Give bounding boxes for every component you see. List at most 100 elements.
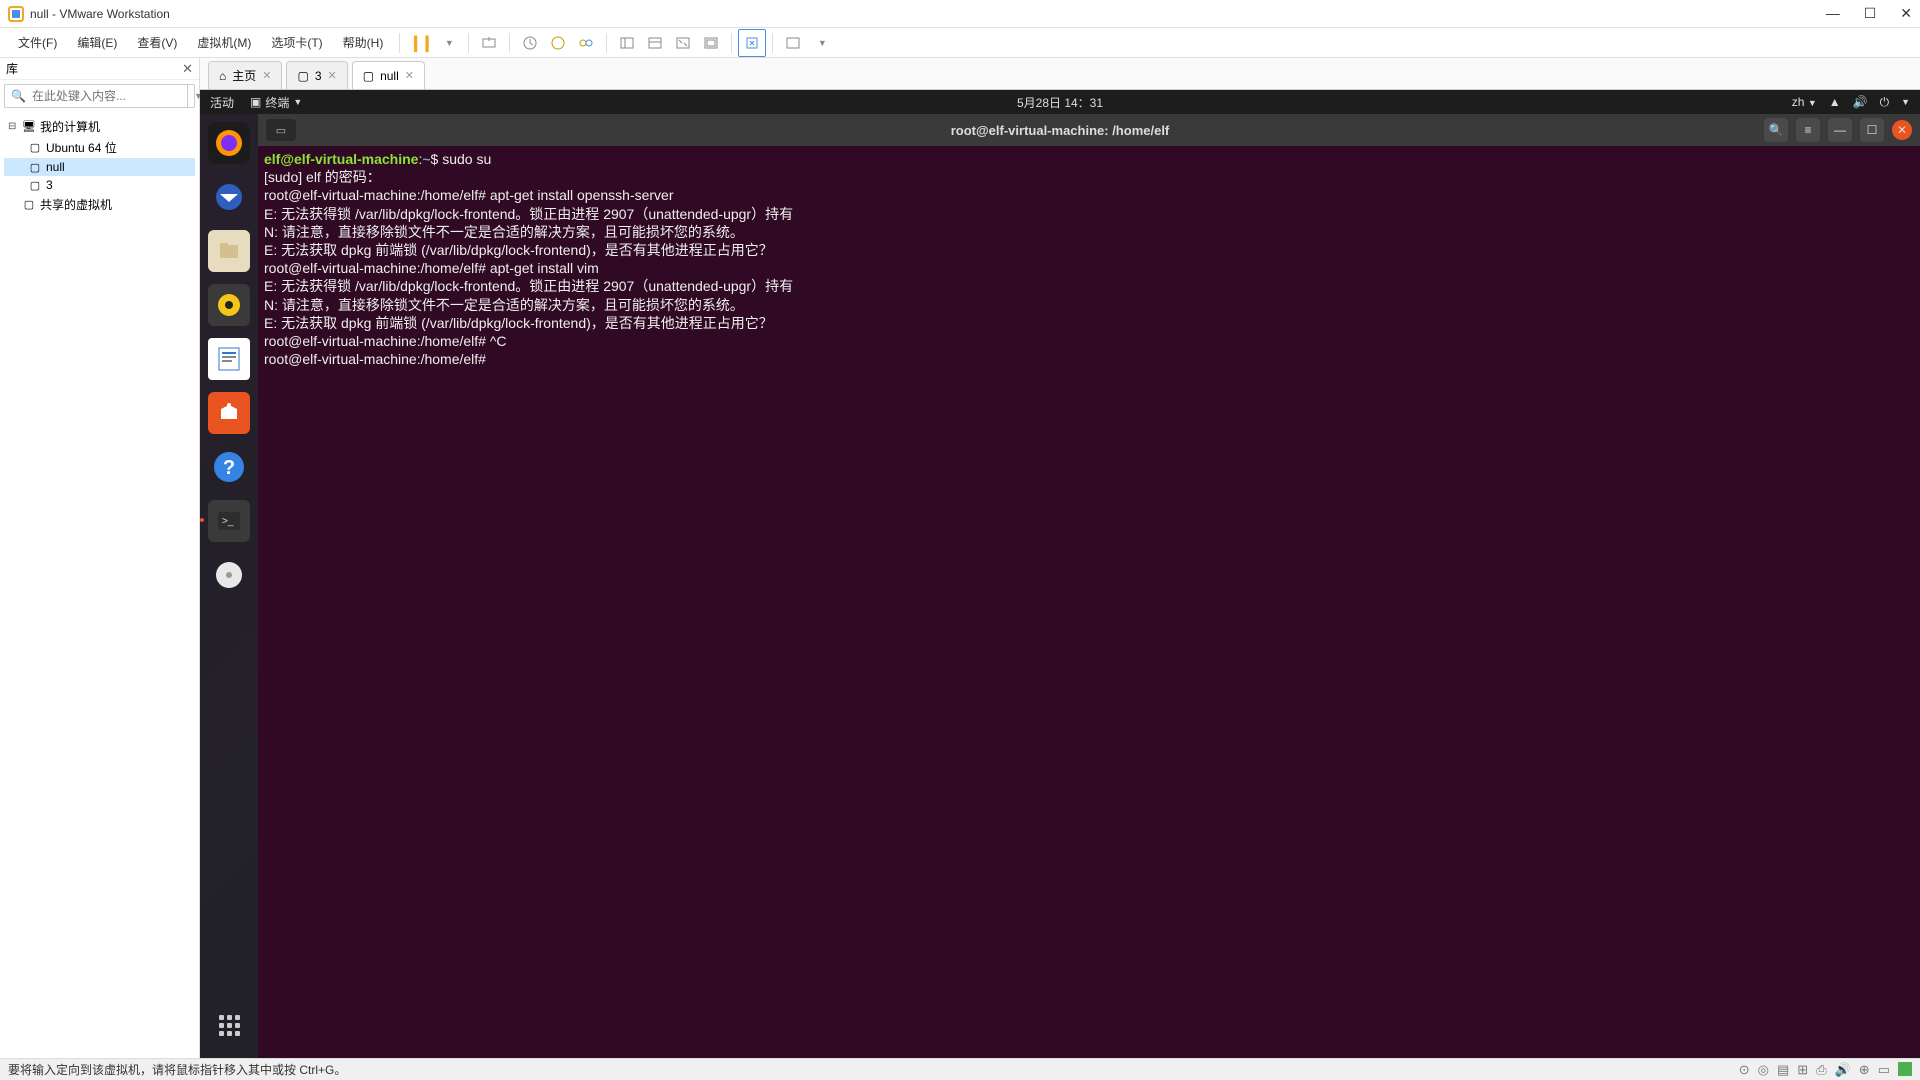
view-unity-button[interactable] [697, 29, 725, 57]
computer-icon: 🖥 [22, 120, 36, 134]
power-icon[interactable]: ⏻ [1880, 95, 1890, 110]
dock-disc[interactable] [208, 554, 250, 596]
activities-button[interactable]: 活动 [210, 94, 234, 111]
terminal-new-tab-button[interactable]: ▭ [266, 119, 296, 141]
sidebar-search[interactable]: 🔍 ▼ [4, 84, 195, 108]
clock[interactable]: 5月28日 14：31 [1017, 94, 1103, 111]
tree-label: 我的计算机 [40, 118, 100, 135]
chevron-down-icon[interactable]: ▼ [1901, 97, 1910, 107]
tab-label: null [380, 69, 399, 83]
view-stretch-dropdown[interactable]: ▼ [807, 29, 835, 57]
close-button[interactable]: ✕ [1900, 5, 1912, 22]
dock-terminal[interactable]: >_ [208, 500, 250, 542]
menu-file[interactable]: 文件(F) [8, 34, 67, 51]
cd-icon[interactable]: ◎ [1758, 1062, 1769, 1078]
statusbar: 要将输入定向到该虚拟机，请将鼠标指针移入其中或按 Ctrl+G。 ⊙ ◎ ▤ ⊞… [0, 1058, 1920, 1080]
ubuntu-dock: ? >_ [200, 114, 258, 1058]
separator [509, 33, 510, 53]
view-console-button[interactable] [641, 29, 669, 57]
send-ctrl-alt-del-button[interactable] [475, 29, 503, 57]
vmware-app-icon [8, 6, 24, 22]
tab-vm-3[interactable]: ▢ 3 ✕ [286, 61, 347, 89]
terminal-minimize-button[interactable]: — [1828, 118, 1852, 142]
revert-snapshot-button[interactable] [544, 29, 572, 57]
app-indicator[interactable]: ▣ 终端 ▼ [250, 94, 302, 111]
snapshot-button[interactable] [516, 29, 544, 57]
tab-home[interactable]: ⌂ 主页 ✕ [208, 61, 282, 89]
dock-thunderbird[interactable] [208, 176, 250, 218]
usb-icon[interactable]: ⊕ [1859, 1062, 1870, 1078]
network-icon[interactable]: ▲ [1829, 95, 1841, 109]
terminal-close-button[interactable]: ✕ [1892, 120, 1912, 140]
terminal-menu-button[interactable]: ≡ [1796, 118, 1820, 142]
view-stretch-button[interactable] [779, 29, 807, 57]
menu-view[interactable]: 查看(V) [127, 34, 187, 51]
menu-edit[interactable]: 编辑(E) [67, 34, 127, 51]
window-titlebar: null - VMware Workstation — ☐ ✕ [0, 0, 1920, 28]
tab-label: 主页 [232, 67, 256, 84]
vm-status-indicator[interactable] [1898, 1062, 1912, 1076]
collapse-icon: ⊟ [8, 121, 18, 132]
tree-my-computer[interactable]: ⊟ 🖥 我的计算机 [4, 116, 195, 137]
sidebar-close-button[interactable]: ✕ [182, 61, 193, 77]
menu-help[interactable]: 帮助(H) [333, 34, 394, 51]
app-indicator-label: 终端 [265, 94, 289, 111]
menu-vm[interactable]: 虚拟机(M) [187, 34, 261, 51]
statusbar-devices: ⊙ ◎ ▤ ⊞ ⎙ 🔊 ⊕ ▭ [1739, 1062, 1912, 1078]
chevron-down-icon: ▼ [293, 97, 302, 107]
dock-writer[interactable] [208, 338, 250, 380]
home-icon: ⌂ [219, 69, 226, 83]
terminal-search-button[interactable]: 🔍 [1764, 118, 1788, 142]
tab-close-icon[interactable]: ✕ [405, 69, 414, 82]
window-controls: — ☐ ✕ [1826, 5, 1912, 22]
tree-label: null [46, 160, 65, 174]
dock-show-apps[interactable] [208, 1004, 250, 1046]
tab-close-icon[interactable]: ✕ [328, 69, 337, 82]
minimize-button[interactable]: — [1826, 5, 1840, 22]
window-title: null - VMware Workstation [30, 7, 170, 21]
dock-files[interactable] [208, 230, 250, 272]
input-method-indicator[interactable]: zh ▼ [1792, 95, 1817, 109]
volume-icon[interactable]: 🔊 [1853, 95, 1868, 109]
tree-vm-3[interactable]: ▢ 3 [4, 176, 195, 194]
terminal-titlebar: ▭ root@elf-virtual-machine: /home/elf 🔍 … [258, 114, 1920, 146]
view-single-button[interactable] [738, 29, 766, 57]
dock-help[interactable]: ? [208, 446, 250, 488]
network-adapter-icon[interactable]: ⊞ [1797, 1062, 1808, 1078]
display-icon[interactable]: ▭ [1878, 1062, 1890, 1078]
vm-icon: ▢ [28, 141, 42, 155]
library-tree: ⊟ 🖥 我的计算机 ▢ Ubuntu 64 位 ▢ null ▢ 3 ▢ 共享的… [0, 112, 199, 219]
pause-dropdown[interactable]: ▼ [434, 29, 462, 57]
tree-vm-ubuntu[interactable]: ▢ Ubuntu 64 位 [4, 137, 195, 158]
view-fullscreen-button[interactable] [669, 29, 697, 57]
terminal-window: ▭ root@elf-virtual-machine: /home/elf 🔍 … [258, 114, 1920, 1058]
dock-rhythmbox[interactable] [208, 284, 250, 326]
tab-vm-null[interactable]: ▢ null ✕ [352, 61, 425, 89]
svg-text:?: ? [223, 457, 235, 479]
pause-button[interactable]: ❙❙ [406, 29, 434, 57]
tab-close-icon[interactable]: ✕ [262, 69, 271, 82]
terminal-body[interactable]: elf@elf-virtual-machine:~$ sudo su [sudo… [258, 146, 1920, 1058]
shared-icon: ▢ [22, 198, 36, 212]
vm-display[interactable]: 活动 ▣ 终端 ▼ 5月28日 14：31 zh ▼ ▲ 🔊 ⏻ ▼ [200, 90, 1920, 1058]
terminal-window-title: root@elf-virtual-machine: /home/elf [951, 123, 1170, 138]
disk-icon[interactable]: ⊙ [1739, 1062, 1750, 1078]
sidebar-title: 库 [6, 60, 18, 77]
manage-snapshot-button[interactable] [572, 29, 600, 57]
tree-shared-vms[interactable]: ▢ 共享的虚拟机 [4, 194, 195, 215]
content-area: ⌂ 主页 ✕ ▢ 3 ✕ ▢ null ✕ 活动 ▣ 终端 ▼ [200, 58, 1920, 1058]
tree-vm-null[interactable]: ▢ null [4, 158, 195, 176]
search-input[interactable] [32, 89, 187, 103]
sound-icon[interactable]: 🔊 [1835, 1062, 1851, 1078]
svg-text:>_: >_ [222, 516, 234, 527]
library-sidebar: 库 ✕ 🔍 ▼ ⊟ 🖥 我的计算机 ▢ Ubuntu 64 位 ▢ null ▢ [0, 58, 200, 1058]
dock-firefox[interactable] [208, 122, 250, 164]
dock-software[interactable] [208, 392, 250, 434]
menu-tabs[interactable]: 选项卡(T) [261, 34, 332, 51]
floppy-icon[interactable]: ▤ [1777, 1062, 1789, 1078]
printer-icon[interactable]: ⎙ [1816, 1062, 1826, 1078]
view-sidebar-button[interactable] [613, 29, 641, 57]
terminal-maximize-button[interactable]: ☐ [1860, 118, 1884, 142]
separator [399, 33, 400, 53]
maximize-button[interactable]: ☐ [1864, 5, 1877, 22]
